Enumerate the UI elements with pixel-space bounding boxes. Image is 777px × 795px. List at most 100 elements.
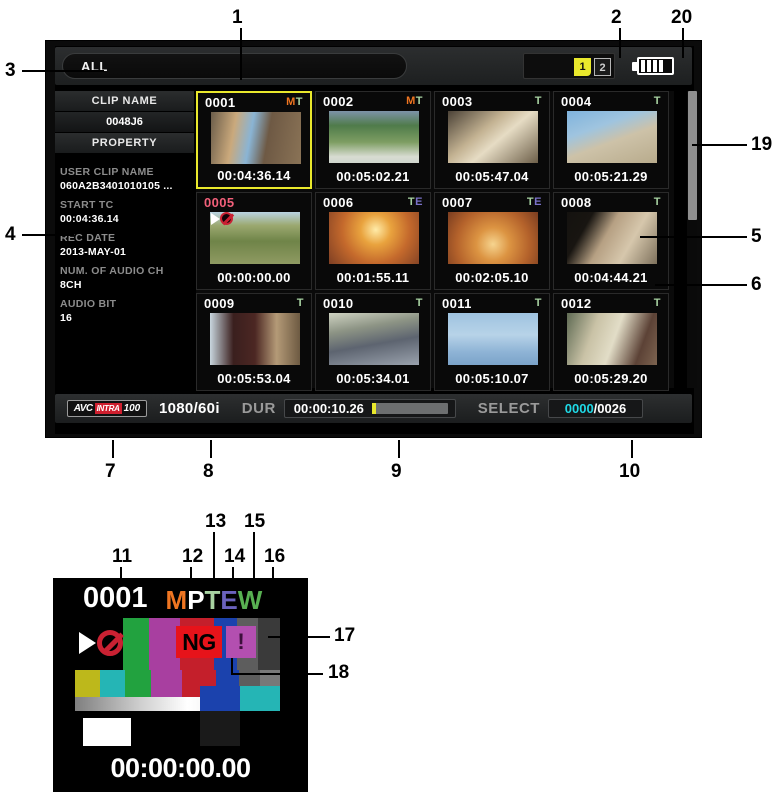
property-key: REC DATE [60, 232, 116, 244]
thumbnail-image [329, 111, 419, 163]
flag-t-icon: T [653, 196, 661, 208]
property-key: START TC [60, 199, 114, 211]
thumbnail-flags: TE [408, 196, 423, 208]
callout-7: 7 [105, 461, 116, 482]
thumbnail-image [567, 212, 657, 264]
callout-14: 14 [224, 546, 246, 567]
thumbnail-clip-0007[interactable]: 0007 TE 00:02:05.10 [434, 192, 550, 290]
flag-e-icon: E [415, 196, 423, 208]
thumbnail-clip-0001[interactable]: 0001 MT 00:04:36.14 [196, 91, 312, 189]
exclamation-badge: ! [226, 626, 256, 658]
color-bar-small-blocks [200, 686, 280, 711]
intra-text: INTRA [94, 403, 122, 414]
thumbnail-clip-0006[interactable]: 0006 TE 00:01:55.11 [315, 192, 431, 290]
thumbnail-clip-id: 0002 [323, 93, 354, 109]
thumbnail-timecode: 00:00:00.00 [217, 270, 291, 285]
thumbnail-image [210, 313, 300, 365]
thumbnail-clip-id: 0006 [323, 194, 354, 210]
thumbnail-image [567, 111, 657, 163]
thumbnail-timecode: 00:04:36.14 [217, 168, 291, 183]
duration-value: 00:00:10.26 [293, 401, 364, 416]
card-slot-1[interactable]: 1 [574, 58, 591, 76]
thumbnail-timecode: 00:05:29.20 [574, 371, 648, 386]
thumbnail-flags: T [535, 297, 542, 309]
flag-m-icon: M [286, 96, 296, 108]
thumbnail-clip-id: 0004 [561, 93, 592, 109]
thumbnail-clip-0011[interactable]: 0011 T 00:05:10.07 [434, 293, 550, 391]
thumbnail-timecode: 00:05:47.04 [455, 169, 529, 184]
flag-t-icon: T [295, 96, 303, 108]
page-root: ALL 1 2 CLIP NAME 0048J6 PROPERTY USER C… [0, 0, 777, 795]
callout-4: 4 [5, 224, 16, 245]
thumbnail-image [329, 212, 419, 264]
callout-18-line-h [231, 673, 323, 675]
thumbnail-clip-0009[interactable]: 0009 T 00:05:53.04 [196, 293, 312, 391]
card-slot-2[interactable]: 2 [594, 58, 611, 76]
thumbnail-timecode: 00:04:44.21 [574, 270, 648, 285]
callout-10-line [631, 440, 633, 458]
filter-field[interactable]: ALL [62, 53, 407, 79]
status-bar: AVC INTRA 100 1080/60i DUR 00:00:10.26 S… [55, 394, 692, 423]
callout-3-line [22, 70, 104, 72]
callout-17: 17 [334, 625, 356, 646]
thumbnail-flags: T [654, 196, 661, 208]
callout-5-line [640, 236, 747, 238]
thumbnail-clip-0002[interactable]: 0002 MT 00:05:02.21 [315, 91, 431, 189]
select-label: SELECT [477, 400, 540, 417]
thumbnail-header: 0001 MT [198, 94, 310, 110]
thumbnail-header: 0005 [197, 194, 311, 210]
callout-10: 10 [619, 461, 641, 482]
thumbnail-image [329, 313, 419, 365]
detail-timecode: 00:00:00.00 [110, 753, 251, 783]
callout-2: 2 [611, 7, 622, 28]
video-format-label: 1080/60i [159, 400, 220, 417]
vertical-scrollbar-track[interactable] [687, 91, 697, 388]
thumbnail-clip-0008[interactable]: 0008 T 00:04:44.21 [553, 192, 669, 290]
thumbnail-header: 0002 MT [316, 93, 430, 109]
thumbnail-flags: TE [527, 196, 542, 208]
flag-m: M [165, 585, 188, 615]
flag-t: T [204, 585, 221, 615]
callout-16-line [272, 567, 274, 582]
thumbnail-clip-0005[interactable]: 0005 00:00:00.00 [196, 192, 312, 290]
thumbnail-image [448, 212, 538, 264]
ng-badge: NG [176, 626, 222, 658]
thumbnail-clip-0004[interactable]: 0004 T 00:05:21.29 [553, 91, 669, 189]
thumbnail-timecode: 00:05:21.29 [574, 169, 648, 184]
callout-20: 20 [671, 7, 693, 28]
property-header: PROPERTY [55, 133, 194, 154]
flag-t-icon: T [653, 297, 661, 309]
callout-19: 19 [751, 134, 773, 155]
thumbnail-flags: MT [286, 96, 303, 108]
property-key: AUDIO BIT [60, 298, 117, 310]
vertical-scrollbar-thumb[interactable] [688, 91, 697, 220]
callout-14-line [232, 567, 234, 582]
callout-13: 13 [205, 511, 227, 532]
property-key: NUM. OF AUDIO CH [60, 265, 164, 277]
thumbnail-header: 0003 T [435, 93, 549, 109]
callout-15-line [253, 532, 255, 582]
callout-6: 6 [751, 274, 762, 295]
property-key: USER CLIP NAME [60, 166, 154, 178]
thumbnail-clip-0003[interactable]: 0003 T 00:05:47.04 [434, 91, 550, 189]
thumbnail-clip-0010[interactable]: 0010 T 00:05:34.01 [315, 293, 431, 391]
flag-w: W [237, 585, 263, 615]
property-value: 2013-MAY-01 [60, 246, 127, 258]
thumbnail-header: 0006 TE [316, 194, 430, 210]
callout-8: 8 [203, 461, 214, 482]
prohibited-icon [220, 212, 233, 225]
color-bar-white-patch [83, 718, 131, 746]
thumbnail-clip-id: 0012 [561, 295, 592, 311]
thumbnail-image [448, 313, 538, 365]
callout-12: 12 [182, 546, 204, 567]
property-value: 8CH [60, 279, 82, 291]
flag-t-icon: T [534, 95, 542, 107]
thumbnail-clip-id: 0007 [442, 194, 473, 210]
play-icon [211, 212, 220, 225]
thumbnail-grid-area[interactable]: 0001 MT 00:04:36.14 0002 MT 00:05:02.21 0003 T 0… [196, 91, 674, 391]
color-bar-dark-patch [200, 711, 240, 746]
callout-2-line [619, 28, 621, 58]
thumbnail-clip-0012[interactable]: 0012 T 00:05:29.20 [553, 293, 669, 391]
thumbnail-clip-id: 0008 [561, 194, 592, 210]
avc-intra-codec-icon: AVC INTRA 100 [67, 400, 147, 417]
